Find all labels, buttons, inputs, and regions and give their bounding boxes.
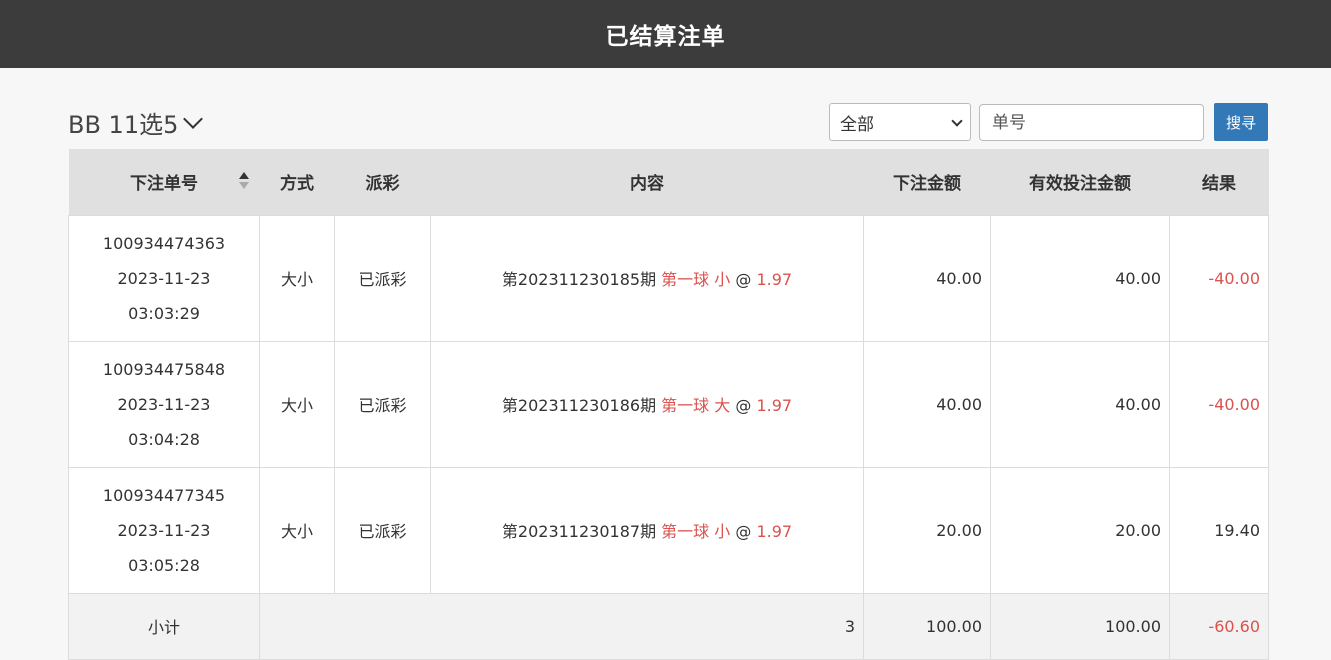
table-header-row: 下注单号 方式 派彩 内容 下注金额 有效投注金额 结果	[68, 149, 1269, 215]
result-cell: 19.40	[1169, 466, 1269, 594]
at-sign: @	[735, 270, 752, 289]
game-selector[interactable]: BB 11选5	[68, 105, 204, 140]
status-filter-select[interactable]: 全部	[829, 103, 971, 141]
bets-table: 下注单号 方式 派彩 内容 下注金额 有效投注金额 结果 10093447436…	[68, 149, 1269, 660]
order-date: 2023-11-23	[117, 268, 211, 288]
at-sign: @	[735, 396, 752, 415]
content-cell: 第202311230187期 第一球 小 @ 1.97	[430, 466, 864, 594]
subtotal-label: 小计	[68, 592, 260, 660]
page-title: 已结算注单	[605, 24, 726, 50]
bet-odds: 1.97	[756, 270, 793, 289]
bet-pick: 第一球 小	[661, 270, 731, 289]
status-filter-value: 全部	[840, 114, 874, 135]
subtotal-result: -60.60	[1169, 592, 1269, 660]
page-header: 已结算注单	[0, 0, 1331, 68]
result-cell: -40.00	[1169, 214, 1269, 342]
col-header-content: 内容	[430, 149, 864, 215]
col-header-method: 方式	[259, 149, 335, 215]
payout-cell: 已派彩	[334, 340, 431, 468]
payout-cell: 已派彩	[334, 466, 431, 594]
col-header-valid-amount: 有效投注金额	[990, 149, 1170, 215]
bet-odds: 1.97	[756, 522, 793, 541]
order-time: 03:04:28	[128, 429, 200, 449]
order-number: 100934477345	[102, 485, 226, 505]
valid-amount-cell: 20.00	[990, 466, 1170, 594]
chevron-down-icon	[183, 108, 204, 129]
col-header-bet-amount: 下注金额	[863, 149, 991, 215]
subtotal-count: 3	[259, 592, 864, 660]
issue-number: 第202311230185期	[501, 270, 657, 289]
col-header-payout: 派彩	[334, 149, 431, 215]
subtotal-bet-amount: 100.00	[863, 592, 991, 660]
toolbar: BB 11选5 全部 搜寻	[68, 103, 1268, 141]
order-number-input[interactable]	[979, 104, 1204, 141]
col-header-result: 结果	[1169, 149, 1269, 215]
col-header-order-no[interactable]: 下注单号	[68, 149, 260, 215]
order-cell: 100934477345 2023-11-23 03:05:28	[68, 466, 260, 594]
sort-icon[interactable]	[238, 172, 250, 192]
search-button[interactable]: 搜寻	[1214, 103, 1268, 141]
subtotal-valid-amount: 100.00	[990, 592, 1170, 660]
issue-number: 第202311230187期	[501, 522, 657, 541]
bet-pick: 第一球 大	[661, 396, 731, 415]
table-row: 100934475848 2023-11-23 03:04:28 大小 已派彩 …	[68, 340, 1269, 468]
game-name: BB 11选5	[68, 111, 179, 139]
order-cell: 100934475848 2023-11-23 03:04:28	[68, 340, 260, 468]
order-time: 03:03:29	[128, 303, 200, 323]
bet-amount-cell: 40.00	[863, 214, 991, 342]
order-date: 2023-11-23	[117, 520, 211, 540]
bet-amount-cell: 20.00	[863, 466, 991, 594]
issue-number: 第202311230186期	[501, 396, 657, 415]
table-row: 100934477345 2023-11-23 03:05:28 大小 已派彩 …	[68, 466, 1269, 594]
order-time: 03:05:28	[128, 555, 200, 575]
at-sign: @	[735, 522, 752, 541]
order-number: 100934474363	[102, 233, 226, 253]
valid-amount-cell: 40.00	[990, 214, 1170, 342]
method-cell: 大小	[259, 466, 335, 594]
method-cell: 大小	[259, 340, 335, 468]
bet-pick: 第一球 小	[661, 522, 731, 541]
method-cell: 大小	[259, 214, 335, 342]
table-row: 100934474363 2023-11-23 03:03:29 大小 已派彩 …	[68, 214, 1269, 342]
chevron-down-icon	[951, 115, 963, 127]
order-cell: 100934474363 2023-11-23 03:03:29	[68, 214, 260, 342]
order-number: 100934475848	[102, 359, 226, 379]
order-date: 2023-11-23	[117, 394, 211, 414]
valid-amount-cell: 40.00	[990, 340, 1170, 468]
content-cell: 第202311230185期 第一球 小 @ 1.97	[430, 214, 864, 342]
bet-odds: 1.97	[756, 396, 793, 415]
result-cell: -40.00	[1169, 340, 1269, 468]
payout-cell: 已派彩	[334, 214, 431, 342]
bet-amount-cell: 40.00	[863, 340, 991, 468]
content-cell: 第202311230186期 第一球 大 @ 1.97	[430, 340, 864, 468]
subtotal-row: 小计 3 100.00 100.00 -60.60	[68, 592, 1269, 660]
